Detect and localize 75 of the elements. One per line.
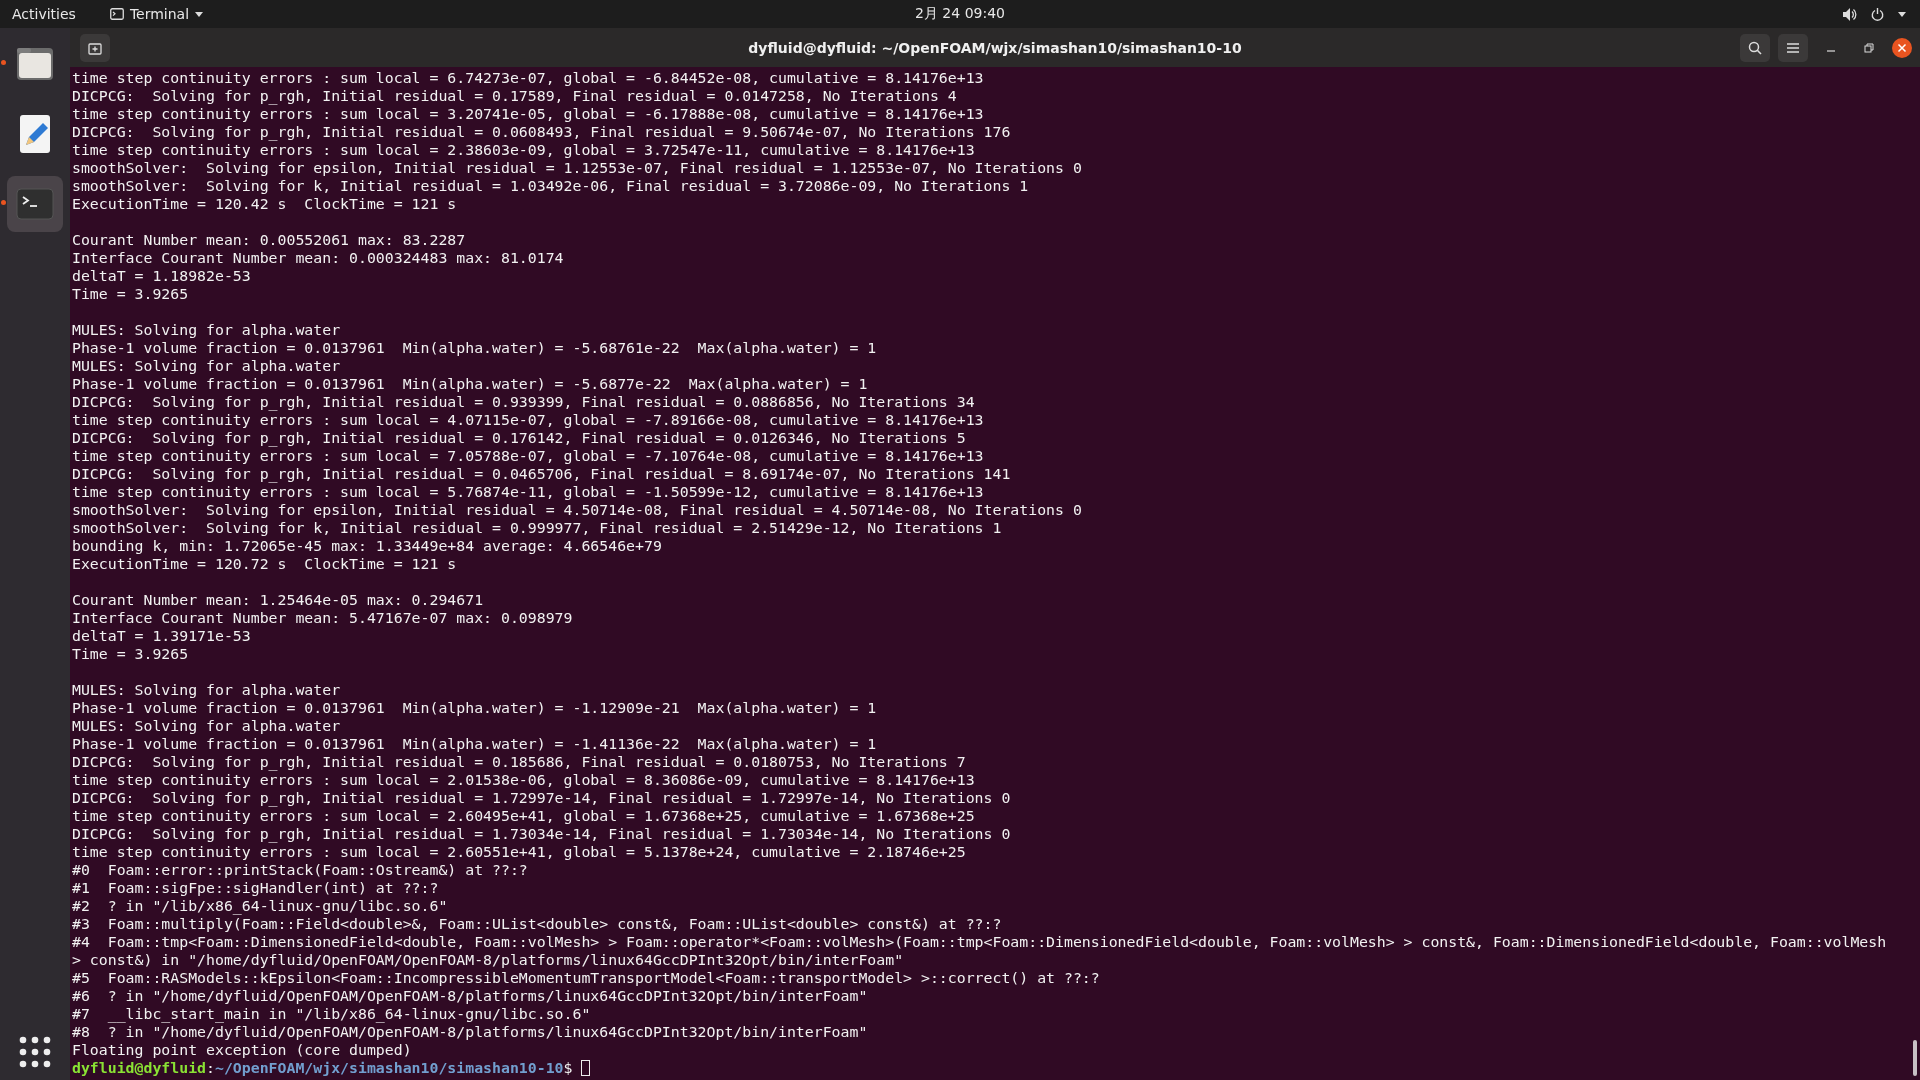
- output-line: #4 Foam::tmp<Foam::DimensionedField<double, Foam::volMesh> > Foam::operator*<Foam::volMesh>(Foam::tmp<Foam::DimensionedField<double, Foam::volMesh> > const&, Foam::DimensionedField<double, Foam::volMesh: [72, 933, 1888, 951]
- menu-icon: [1787, 42, 1799, 53]
- output-line: time step continuity errors : sum local = 2.60551e+41, global = 5.1378e+24, cumulative = 2.18746e+25: [72, 843, 967, 861]
- output-line: DICPCG: Solving for p_rgh, Initial residual = 1.72997e-14, Final residual = 1.72997e-14, No Iterations 0: [72, 789, 1012, 807]
- search-icon: [1748, 40, 1762, 55]
- prompt-separator: :: [206, 1059, 215, 1077]
- app-menu[interactable]: Terminal: [109, 6, 204, 22]
- output-line: DICPCG: Solving for p_rgh, Initial residual = 0.17589, Final residual = 0.0147258, No Iterations 4: [72, 87, 958, 105]
- output-line: #2 ? in "/lib/x86_64-linux-gnu/libc.so.6": [72, 897, 449, 915]
- output-line: Courant Number mean: 1.25464e-05 max: 0.294671: [72, 591, 485, 609]
- output-line: MULES: Solving for alpha.water: [72, 681, 342, 699]
- prompt-path: ~/OpenFOAM/wjx/simashan10/simashan10-10: [215, 1059, 564, 1077]
- output-line: time step continuity errors : sum local = 2.38603e-09, global = 3.72547e-11, cumulative = 8.14176e+13: [72, 141, 976, 159]
- output-line: #1 Foam::sigFpe::sigHandler(int) at ??:?: [72, 879, 440, 897]
- output-line: Courant Number mean: 0.00552061 max: 83.2287: [72, 231, 467, 249]
- output-line: MULES: Solving for alpha.water: [72, 357, 342, 375]
- output-line: ExecutionTime = 120.72 s ClockTime = 121 s: [72, 555, 458, 573]
- output-line: > const&) in "/home/dyfluid/OpenFOAM/OpenFOAM-8/platforms/linux64GccDPInt32Opt/bin/interFoam": [72, 951, 905, 969]
- output-line: ExecutionTime = 120.42 s ClockTime = 121 s: [72, 195, 458, 213]
- output-line: #8 ? in "/home/dyfluid/OpenFOAM/OpenFOAM-8/platforms/linux64GccDPInt32Opt/bin/interFoam": [72, 1023, 869, 1041]
- restore-icon[interactable]: [1864, 42, 1874, 53]
- output-line: smoothSolver: Solving for k, Initial residual = 1.03492e-06, Final residual = 3.72086e-09, No Iterations 1: [72, 177, 1030, 195]
- caret-icon: [195, 11, 204, 17]
- output-line: Interface Courant Number mean: 0.000324483 max: 81.0174: [72, 249, 565, 267]
- output-line: deltaT = 1.18982e-53: [72, 267, 252, 285]
- caret-icon[interactable]: [1898, 11, 1906, 17]
- output-line: #3 Foam::multiply(Foam::Field<double>&, Foam::UList<double> const&, Foam::UList<double> const&) at ??:?: [72, 915, 1003, 933]
- output-line: Time = 3.9265: [72, 285, 190, 303]
- power-icon[interactable]: [1871, 7, 1884, 21]
- output-line: time step continuity errors : sum local = 2.01538e-06, global = 8.36086e-09, cumulative = 8.14176e+13: [72, 771, 976, 789]
- close-icon[interactable]: [1892, 37, 1912, 58]
- output-line: deltaT = 1.39171e-53: [72, 627, 252, 645]
- prompt-symbol: $: [563, 1059, 573, 1077]
- output-line: Phase-1 volume fraction = 0.0137961 Min(alpha.water) = -1.41136e-22 Max(alpha.water) = 1: [72, 735, 878, 753]
- output-line: DICPCG: Solving for p_rgh, Initial residual = 1.73034e-14, Final residual = 1.73034e-14, No Iterations 0: [72, 825, 1012, 843]
- output-line: Phase-1 volume fraction = 0.0137961 Min(alpha.water) = -5.6877e-22 Max(alpha.water) = 1: [72, 375, 869, 393]
- output-line: time step continuity errors : sum local = 7.05788e-07, global = -7.10764e-08, cumulative = 8.14176e+13: [72, 447, 985, 465]
- output-line: time step continuity errors : sum local = 4.07115e-07, global = -7.89166e-08, cumulative = 8.14176e+13: [72, 411, 985, 429]
- window-title: dyfluid@dyfluid: ~/OpenFOAM/wjx/simashan10/simashan10-10: [748, 39, 1242, 56]
- output-line: smoothSolver: Solving for epsilon, Initial residual = 4.50714e-08, Final residual = 4.50714e-08, No Iterations 0: [72, 501, 1083, 519]
- output-line: time step continuity errors : sum local = 6.74273e-07, global = -6.84452e-08, cumulative = 8.14176e+13: [72, 69, 985, 87]
- volume-icon[interactable]: [1843, 7, 1857, 21]
- output-line: MULES: Solving for alpha.water: [72, 717, 342, 735]
- text-cursor: [581, 1060, 591, 1076]
- output-line: smoothSolver: Solving for epsilon, Initial residual = 1.12553e-07, Final residual = 1.12553e-07, No Iterations 0: [72, 159, 1083, 177]
- output-line: #0 Foam::error::printStack(Foam::Ostream&) at ??:?: [72, 861, 529, 879]
- output-line: DICPCG: Solving for p_rgh, Initial residual = 0.0465706, Final residual = 8.69174e-07, No Iterations 141: [72, 465, 1012, 483]
- search-button[interactable]: [1740, 33, 1770, 62]
- output-line: Phase-1 volume fraction = 0.0137961 Min(alpha.water) = -5.68761e-22 Max(alpha.water) = 1: [72, 339, 878, 357]
- prompt-user: dyfluid@dyfluid: [72, 1059, 207, 1077]
- terminal-icon: [109, 8, 124, 20]
- output-line: Floating point exception (core dumped): [72, 1041, 413, 1059]
- output-line: Interface Courant Number mean: 5.47167e-07 max: 0.098979: [72, 609, 574, 627]
- output-line: time step continuity errors : sum local = 5.76874e-11, global = -1.50599e-12, cumulative = 8.14176e+13: [72, 483, 985, 501]
- output-line: DICPCG: Solving for p_rgh, Initial residual = 0.185686, Final residual = 0.0180753, No Iterations 7: [72, 753, 967, 771]
- output-line: Phase-1 volume fraction = 0.0137961 Min(alpha.water) = -1.12909e-21 Max(alpha.water) = 1: [72, 699, 878, 717]
- output-line: time step continuity errors : sum local = 2.60495e+41, global = 1.67368e+25, cumulative = 1.67368e+25: [72, 807, 976, 825]
- activities-button[interactable]: Activities: [0, 6, 88, 22]
- output-line: #6 ? in "/home/dyfluid/OpenFOAM/OpenFOAM-8/platforms/linux64GccDPInt32Opt/bin/interFoam": [72, 987, 869, 1005]
- output-line: bounding k, min: 1.72065e-45 max: 1.33449e+84 average: 4.66546e+79: [72, 537, 663, 555]
- output-line: Time = 3.9265: [72, 645, 190, 663]
- output-line: DICPCG: Solving for p_rgh, Initial residual = 0.939399, Final residual = 0.0886856, No Iterations 34: [72, 393, 976, 411]
- scrollbar[interactable]: [1913, 1040, 1917, 1076]
- app-grid-icon[interactable]: [19, 1036, 51, 1068]
- output-line: smoothSolver: Solving for k, Initial residual = 0.999977, Final residual = 2.51429e-12, No Iterations 1: [72, 519, 1003, 537]
- output-line: #7 __libc_start_main in "/lib/x86_64-linux-gnu/libc.so.6": [72, 1005, 592, 1023]
- clock[interactable]: 2月 24 09:40: [915, 5, 1005, 23]
- output-line: time step continuity errors : sum local = 3.20741e-05, global = -6.17888e-08, cumulative = 8.14176e+13: [72, 105, 985, 123]
- menu-button[interactable]: [1778, 33, 1808, 62]
- new-tab-icon: [88, 40, 102, 55]
- output-line: MULES: Solving for alpha.water: [72, 321, 342, 339]
- new-tab-button[interactable]: [80, 33, 110, 62]
- output-line: DICPCG: Solving for p_rgh, Initial residual = 0.0608493, Final residual = 9.50674e-07, No Iterations 176: [72, 123, 1012, 141]
- output-line: DICPCG: Solving for p_rgh, Initial residual = 0.176142, Final residual = 0.0126346, No Iterations 5: [72, 429, 967, 447]
- output-line: #5 Foam::RASModels::kEpsilon<Foam::IncompressibleMomentumTransportModel<Foam::transportModel> >::correct() at ??:?: [72, 969, 1101, 987]
